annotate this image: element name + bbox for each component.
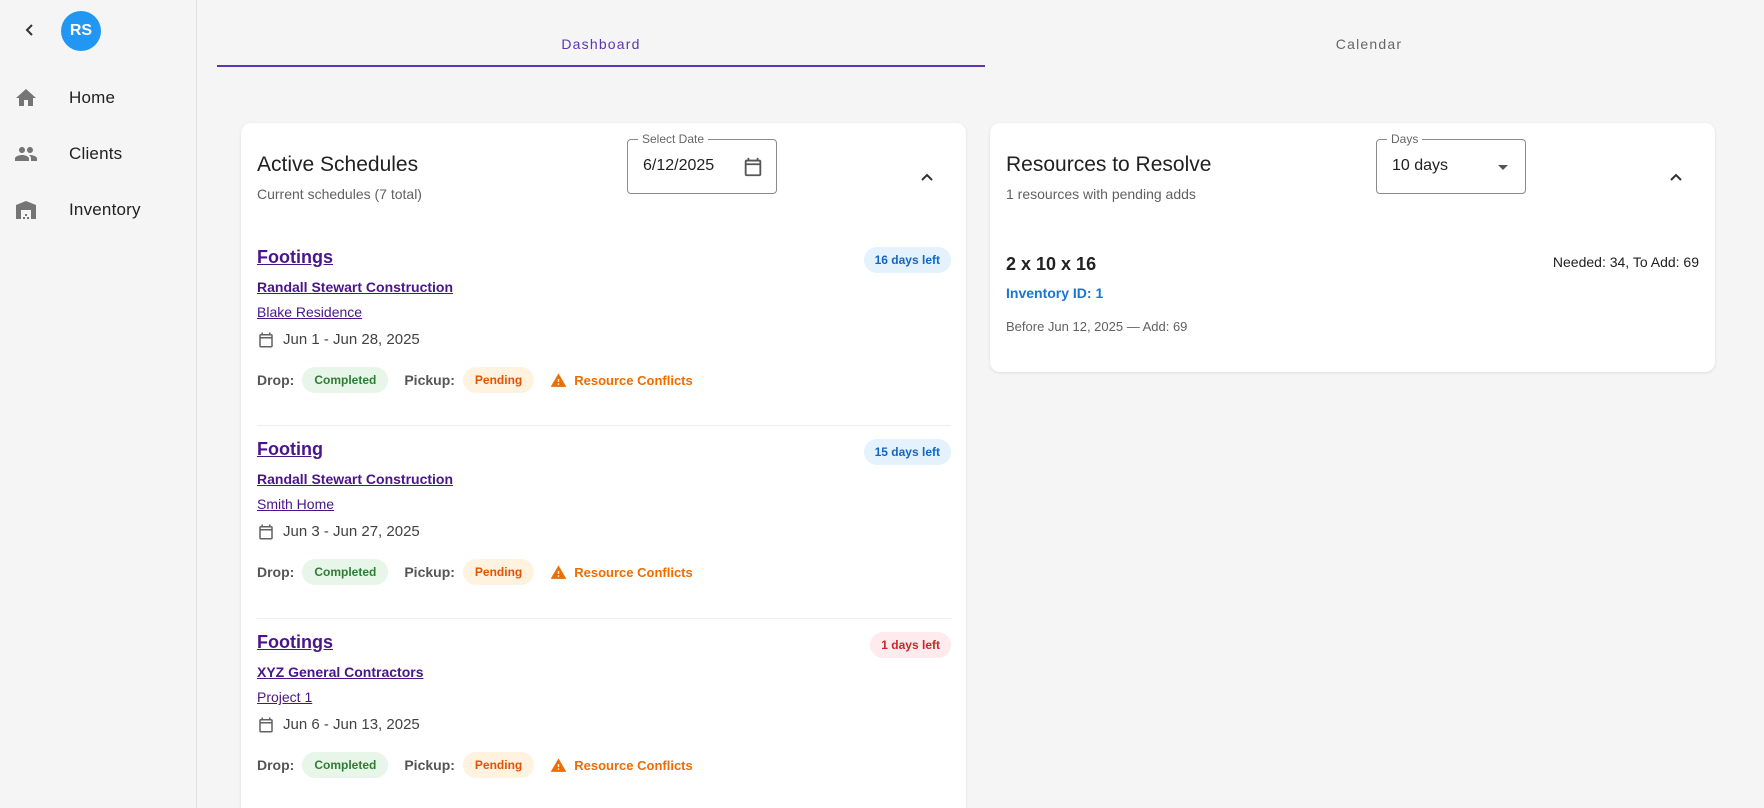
pickup-label: Pickup: [404,564,455,580]
calendar-icon [259,717,273,733]
calendar-icon[interactable] [742,156,764,178]
divider [257,618,951,619]
chevron-up-icon [1670,173,1682,181]
date-range: Jun 3 - Jun 27, 2025 [283,523,420,540]
drop-label: Drop: [257,372,295,388]
schedule-title-link[interactable]: Footings [257,632,333,653]
card-subtitle: 1 resources with pending adds [1006,186,1196,202]
field-label: Days [1387,132,1423,146]
pickup-status-badge: Pending [462,559,535,585]
tab-indicator [217,65,985,67]
chevron-up-icon [921,173,933,181]
tab-calendar[interactable]: Calendar [985,20,1753,67]
resource-conflicts[interactable]: Resource Conflicts [550,757,693,774]
conflict-label: Resource Conflicts [574,372,693,388]
warning-icon [550,372,567,387]
schedule-item: Footing Randall Stewart Construction Smi… [257,425,951,617]
drop-label: Drop: [257,757,295,773]
card-title: Active Schedules [257,153,419,176]
schedule-title-link[interactable]: Footings [257,247,333,268]
chevron-left-icon [25,24,33,36]
sidebar-item-inventory[interactable]: Inventory [0,184,197,236]
schedule-item: Footings XYZ General Contractors Project… [257,618,951,808]
pickup-label: Pickup: [404,372,455,388]
conflict-label: Resource Conflicts [574,757,693,773]
resource-conflicts[interactable]: Resource Conflicts [550,372,693,389]
date-value: 6/12/2025 [643,157,715,174]
days-left-badge: 16 days left [863,247,951,273]
sidebar-item-home[interactable]: Home [0,72,197,124]
select-date-field[interactable]: Select Date 6/12/2025 [627,132,777,194]
inventory-id-link[interactable]: Inventory ID: 1 [1006,285,1103,301]
days-left-badge: 1 days left [870,632,951,658]
resource-before: Before Jun 12, 2025 — Add: 69 [1006,319,1188,334]
resources-card: Resources to Resolve 1 resources with pe… [990,123,1715,372]
status-row: Drop: Completed Pickup: Pending Resource… [257,367,693,393]
drop-status-badge: Completed [302,367,389,393]
people-icon [15,147,37,161]
sidebar-item-label: Clients [69,144,123,163]
status-row: Drop: Completed Pickup: Pending Resource… [257,752,693,778]
sidebar-item-label: Home [69,88,116,107]
collapse-sidebar-button[interactable] [16,16,44,44]
collapse-card-button[interactable] [911,161,943,193]
days-value: 10 days [1392,157,1449,174]
tab-dashboard[interactable]: Dashboard [217,20,985,67]
scrollbar[interactable] [1758,0,1764,808]
client-link[interactable]: Randall Stewart Construction [257,279,453,295]
sidebar-item-label: Inventory [69,200,141,219]
days-select[interactable]: Days 10 days [1376,132,1526,194]
drop-status-badge: Completed [302,752,389,778]
pickup-status-badge: Pending [462,367,535,393]
site-link[interactable]: Smith Home [257,496,334,512]
drop-status-badge: Completed [302,559,389,585]
home-icon [16,89,36,106]
schedule-item: Footings Randall Stewart Construction Bl… [257,233,951,425]
avatar[interactable]: RS [61,11,101,51]
warning-icon [550,757,567,772]
card-title: Resources to Resolve [1006,153,1212,176]
resource-conflicts[interactable]: Resource Conflicts [550,564,693,581]
date-range: Jun 1 - Jun 28, 2025 [283,331,420,348]
conflict-label: Resource Conflicts [574,564,693,580]
schedule-title-link[interactable]: Footing [257,439,323,460]
active-schedules-card: Active Schedules Current schedules (7 to… [241,123,966,808]
date-range: Jun 6 - Jun 13, 2025 [283,716,420,733]
client-link[interactable]: XYZ General Contractors [257,664,424,680]
warning-icon [550,564,567,579]
calendar-icon [259,332,273,348]
site-link[interactable]: Project 1 [257,689,312,705]
calendar-icon [259,524,273,540]
pickup-status-badge: Pending [462,752,535,778]
resource-name: 2 x 10 x 16 [1006,254,1097,274]
drop-label: Drop: [257,564,295,580]
sidebar: RS Home Clients Inventory [0,0,197,808]
days-left-badge: 15 days left [863,439,951,465]
site-link[interactable]: Blake Residence [257,304,362,320]
card-subtitle: Current schedules (7 total) [257,186,422,202]
pickup-label: Pickup: [404,757,455,773]
dropdown-arrow-icon [1498,165,1508,170]
status-row: Drop: Completed Pickup: Pending Resource… [257,559,693,585]
warehouse-icon [16,201,36,219]
tab-bar: Dashboard Calendar [217,20,1764,68]
divider [257,425,951,426]
client-link[interactable]: Randall Stewart Construction [257,471,453,487]
collapse-card-button[interactable] [1660,161,1692,193]
field-label: Select Date [638,132,709,146]
resource-needed: Needed: 34, To Add: 69 [1552,254,1699,270]
sidebar-item-clients[interactable]: Clients [0,128,197,180]
